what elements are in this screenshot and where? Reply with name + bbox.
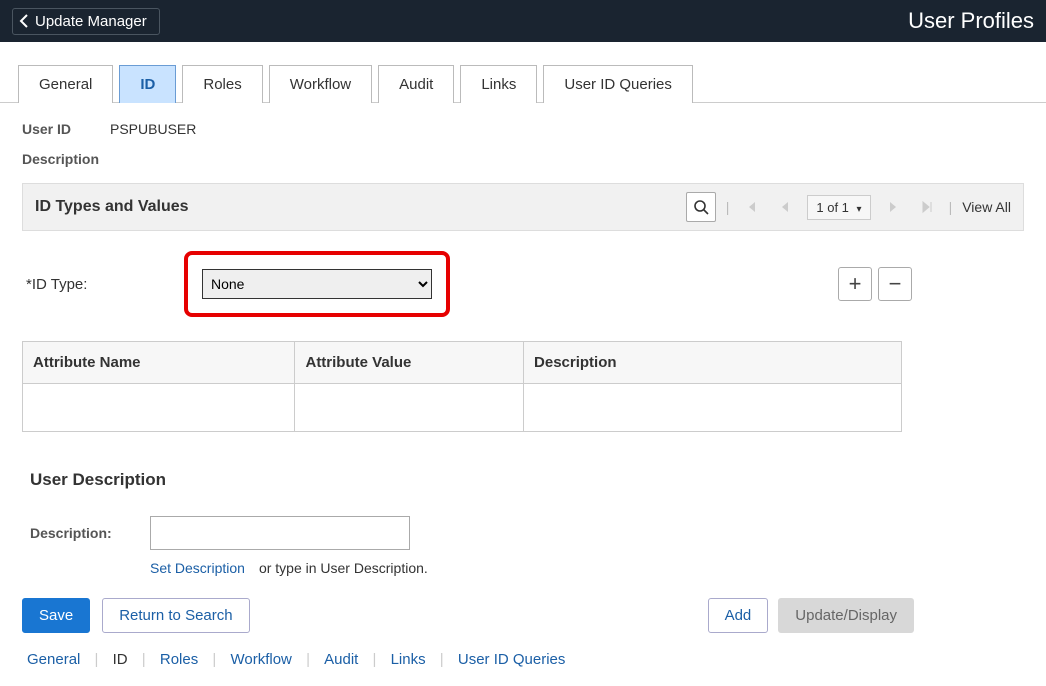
add-remove-group: + − <box>838 267 912 301</box>
last-page-button[interactable] <box>915 195 939 219</box>
col-description: Description <box>524 342 902 384</box>
add-row-button[interactable]: + <box>838 267 872 301</box>
section-bar: ID Types and Values | 1 of 1 ▾ | <box>22 183 1024 231</box>
separator: | <box>212 651 216 668</box>
tabs-row: General ID Roles Workflow Audit Links Us… <box>0 42 1046 103</box>
last-icon <box>920 200 934 214</box>
next-page-button[interactable] <box>881 195 905 219</box>
user-description-title: User Description <box>22 470 1024 490</box>
tab-user-id-queries[interactable]: User ID Queries <box>543 65 693 103</box>
footer-links-link[interactable]: Links <box>391 651 426 668</box>
user-id-value: PSPUBUSER <box>110 121 196 137</box>
cell-attribute-value <box>295 384 524 432</box>
content: User ID PSPUBUSER Description ID Types a… <box>0 103 1046 686</box>
description-field-row: Description: <box>22 516 1024 550</box>
save-button[interactable]: Save <box>22 598 90 633</box>
col-attribute-value: Attribute Value <box>295 342 524 384</box>
footer-id: ID <box>113 651 128 668</box>
page-count-dropdown[interactable]: 1 of 1 ▾ <box>807 195 870 220</box>
separator: | <box>306 651 310 668</box>
section-pager: | 1 of 1 ▾ | View All <box>686 192 1011 222</box>
id-type-select[interactable]: None <box>202 269 432 299</box>
tab-roles[interactable]: Roles <box>182 65 262 103</box>
search-icon <box>693 199 709 215</box>
highlight-box: None <box>184 251 450 317</box>
set-description-link[interactable]: Set Description <box>150 560 245 576</box>
footer-general[interactable]: General <box>27 651 80 668</box>
first-icon <box>744 200 758 214</box>
cell-description <box>524 384 902 432</box>
cell-attribute-name <box>23 384 295 432</box>
user-description-section: User Description Description: Set Descri… <box>22 470 1024 576</box>
prev-icon <box>779 200 791 214</box>
add-button[interactable]: Add <box>708 598 769 633</box>
view-all-link[interactable]: View All <box>962 199 1011 215</box>
back-label: Update Manager <box>35 13 147 30</box>
update-display-button[interactable]: Update/Display <box>778 598 914 633</box>
separator: | <box>95 651 99 668</box>
chevron-down-icon: ▾ <box>857 204 862 215</box>
tab-workflow[interactable]: Workflow <box>269 65 372 103</box>
description-field-label: Description: <box>30 525 150 541</box>
divider: | <box>949 199 953 215</box>
attributes-table: Attribute Name Attribute Value Descripti… <box>22 341 902 432</box>
description-label: Description <box>22 151 1024 167</box>
separator: | <box>440 651 444 668</box>
top-bar: Update Manager User Profiles <box>0 0 1046 42</box>
page-count-text: 1 of 1 <box>816 200 849 215</box>
chevron-left-icon <box>19 14 29 28</box>
footer-roles[interactable]: Roles <box>160 651 198 668</box>
prev-page-button[interactable] <box>773 195 797 219</box>
back-button[interactable]: Update Manager <box>12 8 160 35</box>
action-left: Save Return to Search <box>22 598 250 633</box>
page-title: User Profiles <box>908 8 1034 34</box>
divider: | <box>726 199 730 215</box>
remove-row-button[interactable]: − <box>878 267 912 301</box>
action-right: Add Update/Display <box>708 598 914 633</box>
id-type-label: *ID Type: <box>26 276 184 293</box>
footer-links: General | ID | Roles | Workflow | Audit … <box>22 651 1024 668</box>
description-input[interactable] <box>150 516 410 550</box>
footer-user-id-queries[interactable]: User ID Queries <box>458 651 566 668</box>
user-id-label: User ID <box>22 121 110 137</box>
separator: | <box>373 651 377 668</box>
col-attribute-name: Attribute Name <box>23 342 295 384</box>
search-button[interactable] <box>686 192 716 222</box>
footer-audit[interactable]: Audit <box>324 651 358 668</box>
return-to-search-button[interactable]: Return to Search <box>102 598 249 633</box>
tab-links[interactable]: Links <box>460 65 537 103</box>
tab-audit[interactable]: Audit <box>378 65 454 103</box>
table-header-row: Attribute Name Attribute Value Descripti… <box>23 342 902 384</box>
action-row: Save Return to Search Add Update/Display <box>22 598 1024 633</box>
footer-workflow[interactable]: Workflow <box>230 651 291 668</box>
table-row <box>23 384 902 432</box>
user-id-row: User ID PSPUBUSER <box>22 121 1024 137</box>
description-hint-row: Set Description or type in User Descript… <box>22 560 1024 576</box>
description-hint: or type in User Description. <box>259 560 428 576</box>
tab-id[interactable]: ID <box>119 65 176 103</box>
tab-general[interactable]: General <box>18 65 113 103</box>
first-page-button[interactable] <box>739 195 763 219</box>
next-icon <box>887 200 899 214</box>
separator: | <box>142 651 146 668</box>
section-title: ID Types and Values <box>35 198 189 216</box>
id-type-area: *ID Type: None + − <box>22 231 1024 337</box>
